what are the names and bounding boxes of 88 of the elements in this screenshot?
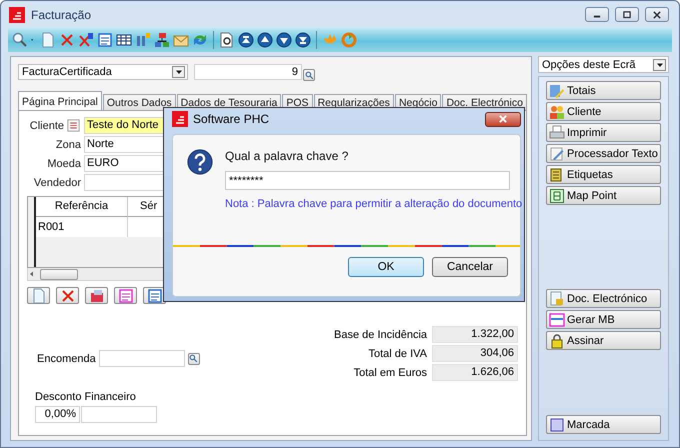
options-select[interactable]: Opções deste Ecrã (538, 56, 669, 73)
properties-icon[interactable] (97, 32, 113, 48)
question-icon (187, 149, 213, 175)
tab[interactable]: Página Principal (18, 91, 102, 111)
new-line-button[interactable] (27, 287, 50, 304)
table-cell: R001 (36, 217, 128, 237)
total-label: Base de Incidência (334, 328, 427, 340)
search-icon (189, 354, 198, 363)
document-number-field[interactable]: 9 (194, 64, 302, 80)
option-button[interactable]: Doc. Electrónico (546, 289, 661, 308)
order-field[interactable] (98, 350, 185, 367)
window-title: Facturação (31, 8, 92, 22)
question-text: Qual a palavra chave ? (225, 149, 350, 163)
tab[interactable]: Outros Dados (102, 94, 176, 111)
card-icon (549, 312, 565, 328)
next-record-icon[interactable] (276, 32, 292, 48)
close-button[interactable] (485, 112, 521, 126)
option-button[interactable]: Totais (546, 81, 661, 100)
previous-record-icon[interactable] (257, 32, 273, 48)
maximize-button[interactable] (615, 7, 639, 22)
document-type-select[interactable]: FacturaCertificada (18, 64, 188, 80)
delete-line-button[interactable] (56, 287, 79, 304)
table-icon[interactable] (116, 32, 132, 48)
total-value: 1.322,00 (432, 326, 518, 343)
totals-icon (549, 82, 565, 98)
option-button[interactable]: Gerar MB (546, 310, 661, 329)
lock-document-icon (549, 290, 565, 306)
people-icon (549, 104, 565, 120)
total-value: 1.626,06 (432, 364, 518, 381)
field-label: Moeda (46, 158, 82, 170)
lock-icon (549, 332, 565, 348)
total-label: Total em Euros (354, 366, 427, 378)
option-button[interactable]: Imprimir (546, 123, 661, 142)
option-button[interactable]: Etiquetas (546, 165, 661, 184)
scrollbar-thumb[interactable] (40, 268, 78, 280)
caret-icon (656, 60, 664, 68)
caret-icon (174, 68, 182, 76)
delete-icon[interactable] (59, 32, 75, 48)
close-button[interactable] (645, 7, 669, 22)
option-button[interactable]: Processador Texto (546, 144, 661, 163)
pencil-icon (549, 146, 565, 162)
scroll-left-icon[interactable] (28, 270, 36, 278)
printer-icon (549, 124, 565, 140)
last-record-icon[interactable] (295, 32, 311, 48)
card-button[interactable] (114, 287, 137, 304)
list-icon[interactable] (67, 119, 80, 132)
total-label: Total de IVA (368, 348, 427, 360)
discount-value-field[interactable] (81, 406, 157, 423)
delete-icon (60, 288, 76, 304)
minimize-button[interactable] (585, 7, 609, 22)
note-text: Nota : Palavra chave para permitir a alteração do documento (225, 198, 522, 210)
search-icon[interactable] (12, 32, 28, 48)
dialog-button[interactable]: OK (348, 257, 424, 277)
search-icon (304, 70, 314, 80)
dialog-title: Software PHC (193, 112, 270, 126)
option-button[interactable]: Map Point (546, 186, 661, 205)
option-button[interactable]: Assinar (546, 331, 661, 350)
total-value: 304,06 (432, 345, 518, 362)
search-button[interactable] (188, 352, 200, 364)
field-label: Cliente (28, 120, 65, 132)
network-icon[interactable] (154, 32, 170, 48)
close-icon (498, 114, 508, 124)
column-header[interactable]: Referência (36, 197, 128, 217)
option-button[interactable]: Marcada (546, 415, 661, 434)
field-label: Zona (54, 138, 82, 150)
square-icon (549, 416, 565, 432)
first-record-icon[interactable] (238, 32, 254, 48)
password-field[interactable]: ******** (225, 171, 510, 190)
folder-icon (88, 288, 104, 304)
option-button[interactable]: Cliente (546, 102, 661, 121)
close-icon (652, 10, 662, 20)
folder-button[interactable] (85, 287, 108, 304)
card-icon (118, 288, 134, 304)
properties-icon (146, 288, 162, 304)
document-icon[interactable] (40, 32, 56, 48)
field-label: Vendedor (32, 176, 82, 188)
preview-icon[interactable] (219, 32, 235, 48)
delete-icon[interactable] (78, 32, 94, 48)
search-button[interactable] (303, 69, 315, 81)
field-label: Desconto Financeiro (35, 391, 137, 403)
logo-icon (172, 111, 188, 127)
maximize-icon (622, 10, 632, 20)
map-icon (549, 188, 565, 204)
dialog-button[interactable]: Cancelar (432, 257, 508, 277)
logo-icon (9, 6, 25, 22)
field-label: Encomenda (37, 352, 96, 364)
document-icon (30, 288, 46, 304)
discount-field[interactable]: 0,00% (35, 406, 80, 423)
